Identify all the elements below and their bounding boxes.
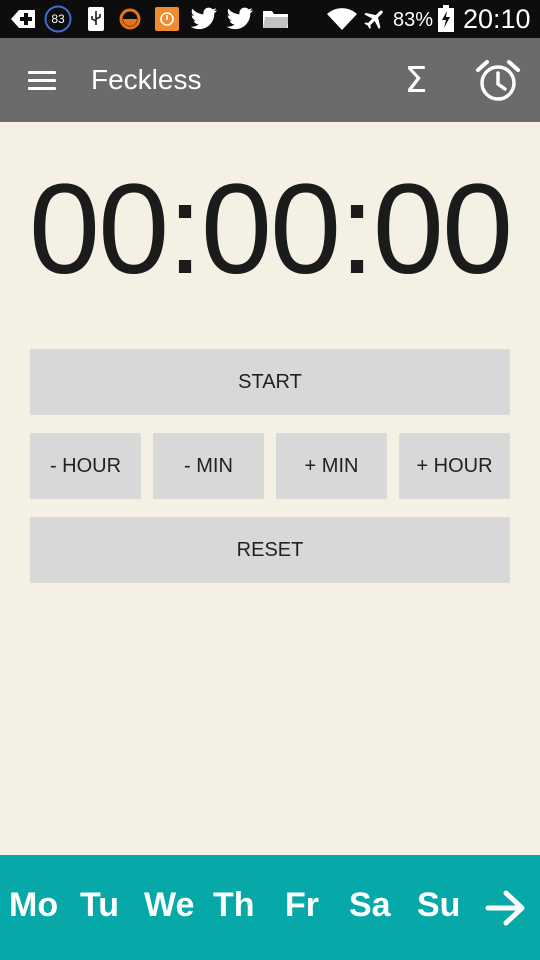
sigma-icon[interactable]: Σ <box>396 58 436 102</box>
status-bar: 83 83% 20:10 <box>0 0 540 38</box>
day-bar: Mo Tu We Th Fr Sa Su <box>0 855 540 960</box>
battery-charging-icon <box>436 5 456 33</box>
airplane-icon <box>361 5 389 33</box>
minus-hour-button[interactable]: - HOUR <box>30 433 141 499</box>
start-button[interactable]: START <box>30 349 510 415</box>
day-sa[interactable]: Sa <box>349 885 391 925</box>
day-fr[interactable]: Fr <box>285 885 319 925</box>
folder-icon <box>262 5 290 33</box>
twitter-icon <box>226 5 254 33</box>
hamburger-menu-icon[interactable] <box>24 67 60 95</box>
plus-box-icon <box>8 5 38 33</box>
app-bar: Feckless Σ <box>0 38 540 122</box>
app-title: Feckless <box>91 64 202 95</box>
usb-icon <box>86 5 106 33</box>
minus-min-button[interactable]: - MIN <box>153 433 264 499</box>
twitter-icon <box>190 5 218 33</box>
notification-badge-count: 83 <box>51 12 65 26</box>
day-su[interactable]: Su <box>417 885 460 925</box>
timer-display: 00:00:00 <box>28 158 513 301</box>
plus-hour-button[interactable]: + HOUR <box>399 433 510 499</box>
plus-min-button[interactable]: + MIN <box>276 433 387 499</box>
day-th[interactable]: Th <box>213 885 255 925</box>
day-tu[interactable]: Tu <box>80 885 119 925</box>
arrow-right-icon[interactable] <box>484 888 528 928</box>
alarm-clock-icon[interactable] <box>475 58 521 104</box>
reset-button[interactable]: RESET <box>30 517 510 583</box>
battery-percent: 83% <box>393 9 434 31</box>
wifi-icon <box>325 5 359 33</box>
day-mo[interactable]: Mo <box>9 885 58 925</box>
day-we[interactable]: We <box>144 885 194 925</box>
orange-circle-icon <box>118 5 142 33</box>
status-time: 20:10 <box>463 4 531 34</box>
badge-circle-icon: 83 <box>44 5 72 33</box>
orange-app-icon <box>154 5 180 33</box>
